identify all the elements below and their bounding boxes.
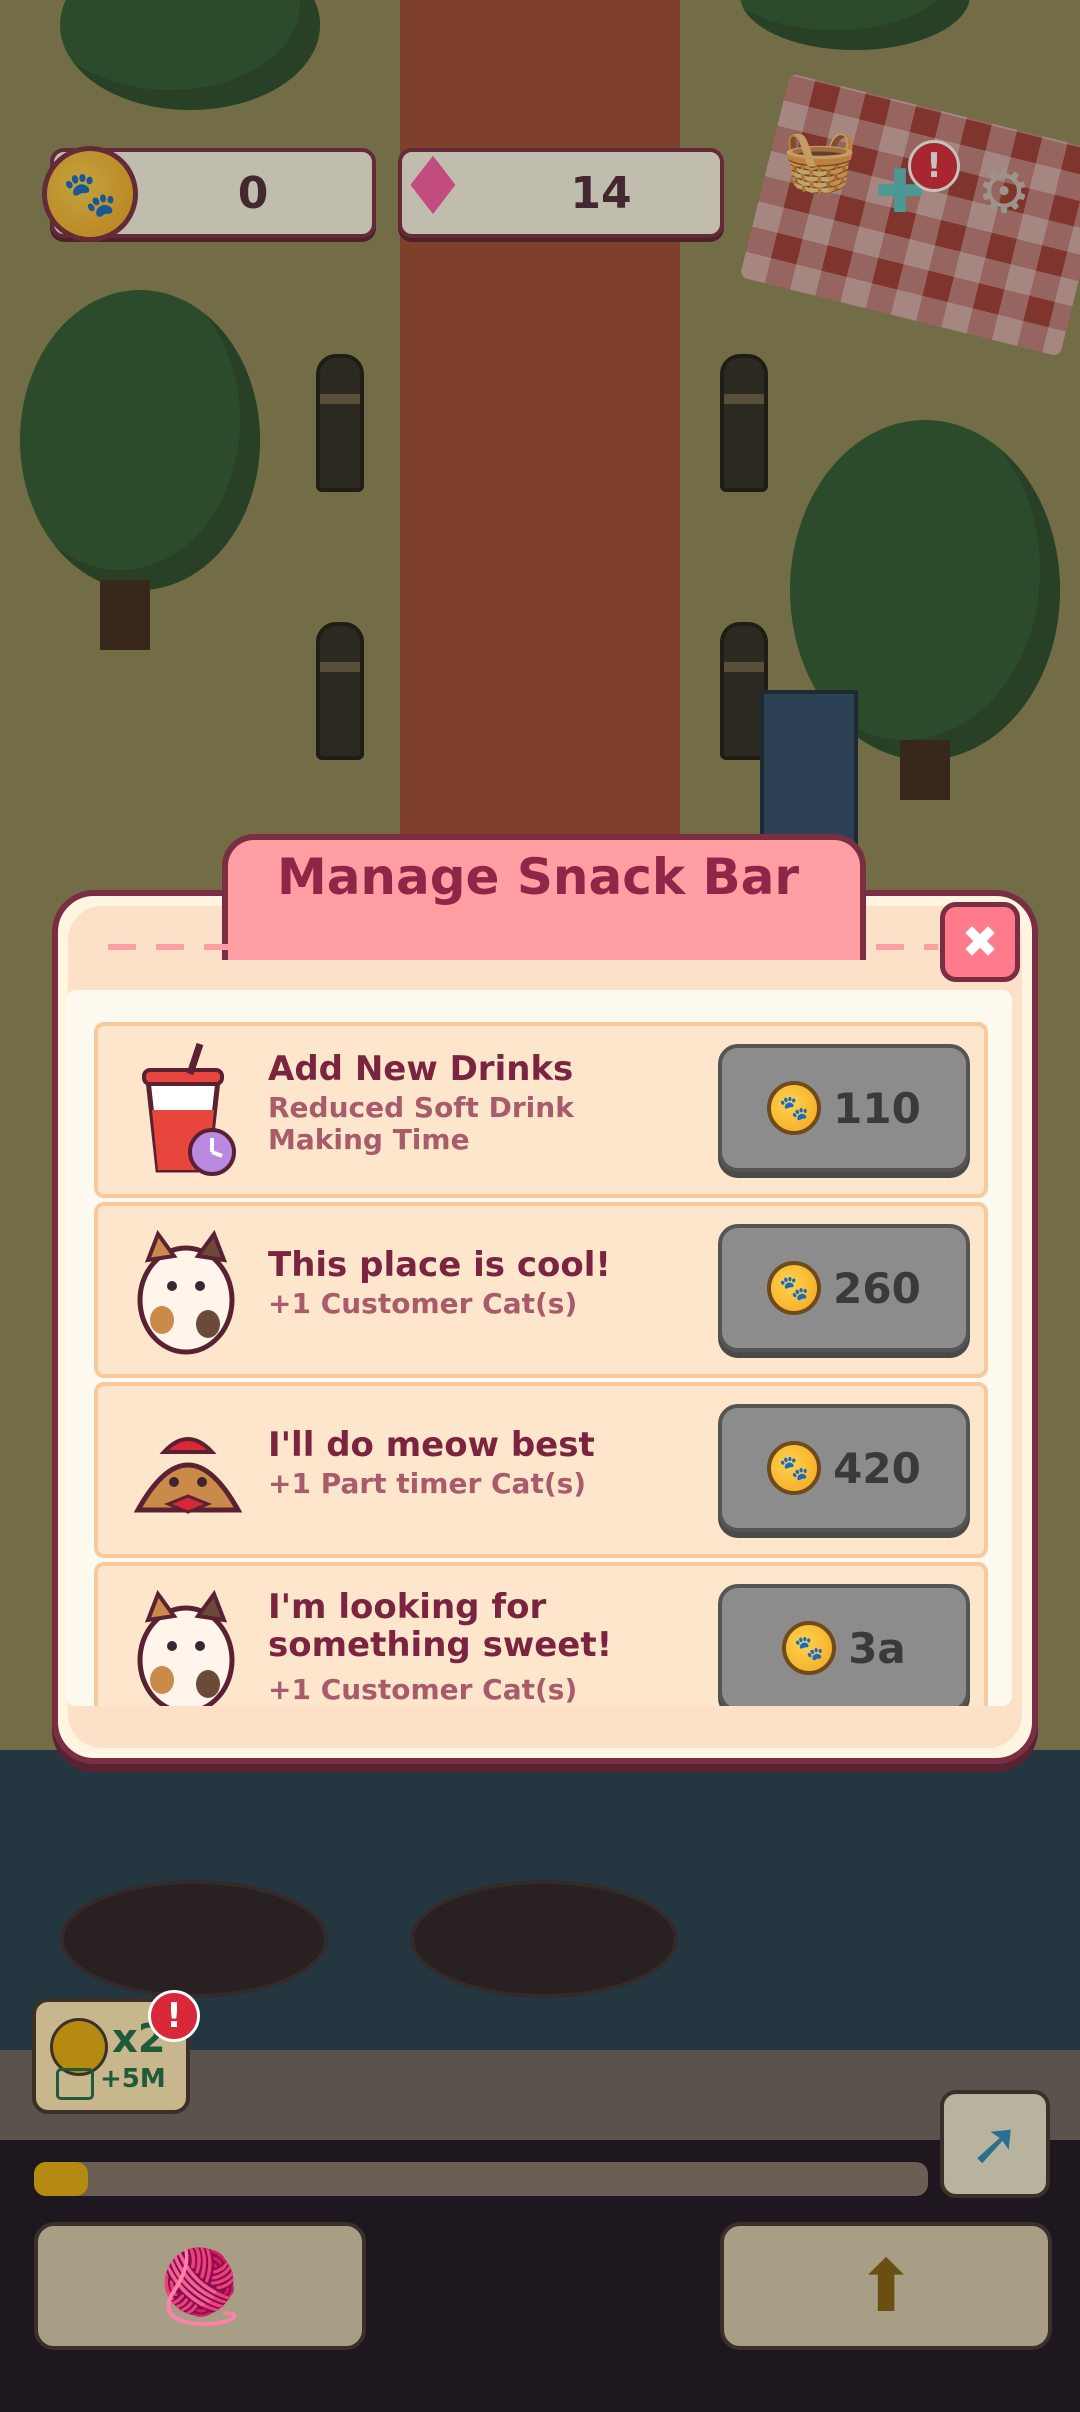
list-item: I'm looking for something sweet! +1 Cust… <box>94 1562 988 1706</box>
item-subtitle: +1 Customer Cat(s) <box>268 1287 578 1320</box>
buy-button[interactable]: 🐾 110 <box>718 1044 970 1172</box>
list-item: Add New Drinks Reduced Soft Drink Making… <box>94 1022 988 1198</box>
arrow-up-right-icon: ➚ <box>969 2109 1021 2179</box>
item-title: I'll do meow best <box>268 1425 595 1465</box>
arrow-up-icon: ⬆ <box>855 2244 917 2328</box>
list-item: I'll do meow best +1 Part timer Cat(s) 🐾… <box>94 1382 988 1558</box>
list-item: This place is cool! +1 Customer Cat(s) 🐾… <box>94 1202 988 1378</box>
upgrade-list[interactable]: Add New Drinks Reduced Soft Drink Making… <box>66 990 1012 1706</box>
item-subtitle: +1 Part timer Cat(s) <box>268 1467 587 1500</box>
price: 110 <box>833 1083 921 1133</box>
buy-button[interactable]: 🐾 260 <box>718 1224 970 1352</box>
item-subtitle: Reduced Soft Drink Making Time <box>268 1091 574 1156</box>
yarn-ball-button[interactable]: 🧶 <box>34 2222 366 2350</box>
progress-bar <box>34 2162 928 2196</box>
item-title: I'm looking for something sweet! <box>268 1587 613 1665</box>
paw-coin-icon: 🐾 <box>767 1261 822 1315</box>
boost-reward: +5M <box>100 2064 166 2094</box>
calico-cat-icon <box>128 1220 248 1360</box>
worker-cat-icon <box>128 1400 248 1540</box>
video-ad-icon <box>56 2068 94 2100</box>
notification-badge: ! <box>148 1990 200 2042</box>
item-subtitle: +1 Customer Cat(s) <box>268 1673 578 1706</box>
price: 420 <box>833 1443 921 1493</box>
yarn-ball-icon: 🧶 <box>155 2243 245 2328</box>
divider <box>108 944 938 950</box>
close-button[interactable]: ✖ <box>940 902 1020 982</box>
buy-button[interactable]: 🐾 420 <box>718 1404 970 1532</box>
upgrade-arrow-button[interactable]: ➚ <box>940 2090 1050 2198</box>
level-up-button[interactable]: ⬆ <box>720 2222 1052 2350</box>
progress-fill <box>34 2162 88 2196</box>
paw-coin-icon: 🐾 <box>782 1621 837 1675</box>
buy-button[interactable]: 🐾 3a <box>718 1584 970 1706</box>
price: 3a <box>848 1623 906 1673</box>
close-icon: ✖ <box>961 916 999 968</box>
paw-coin-icon: 🐾 <box>767 1081 822 1135</box>
calico-cat-icon <box>128 1580 248 1706</box>
item-title: This place is cool! <box>268 1245 611 1285</box>
dialog-title: Manage Snack Bar <box>276 848 800 906</box>
soda-cup-icon <box>128 1040 248 1180</box>
item-title: Add New Drinks <box>268 1049 574 1089</box>
paw-coin-icon: 🐾 <box>767 1441 822 1495</box>
price: 260 <box>833 1263 921 1313</box>
